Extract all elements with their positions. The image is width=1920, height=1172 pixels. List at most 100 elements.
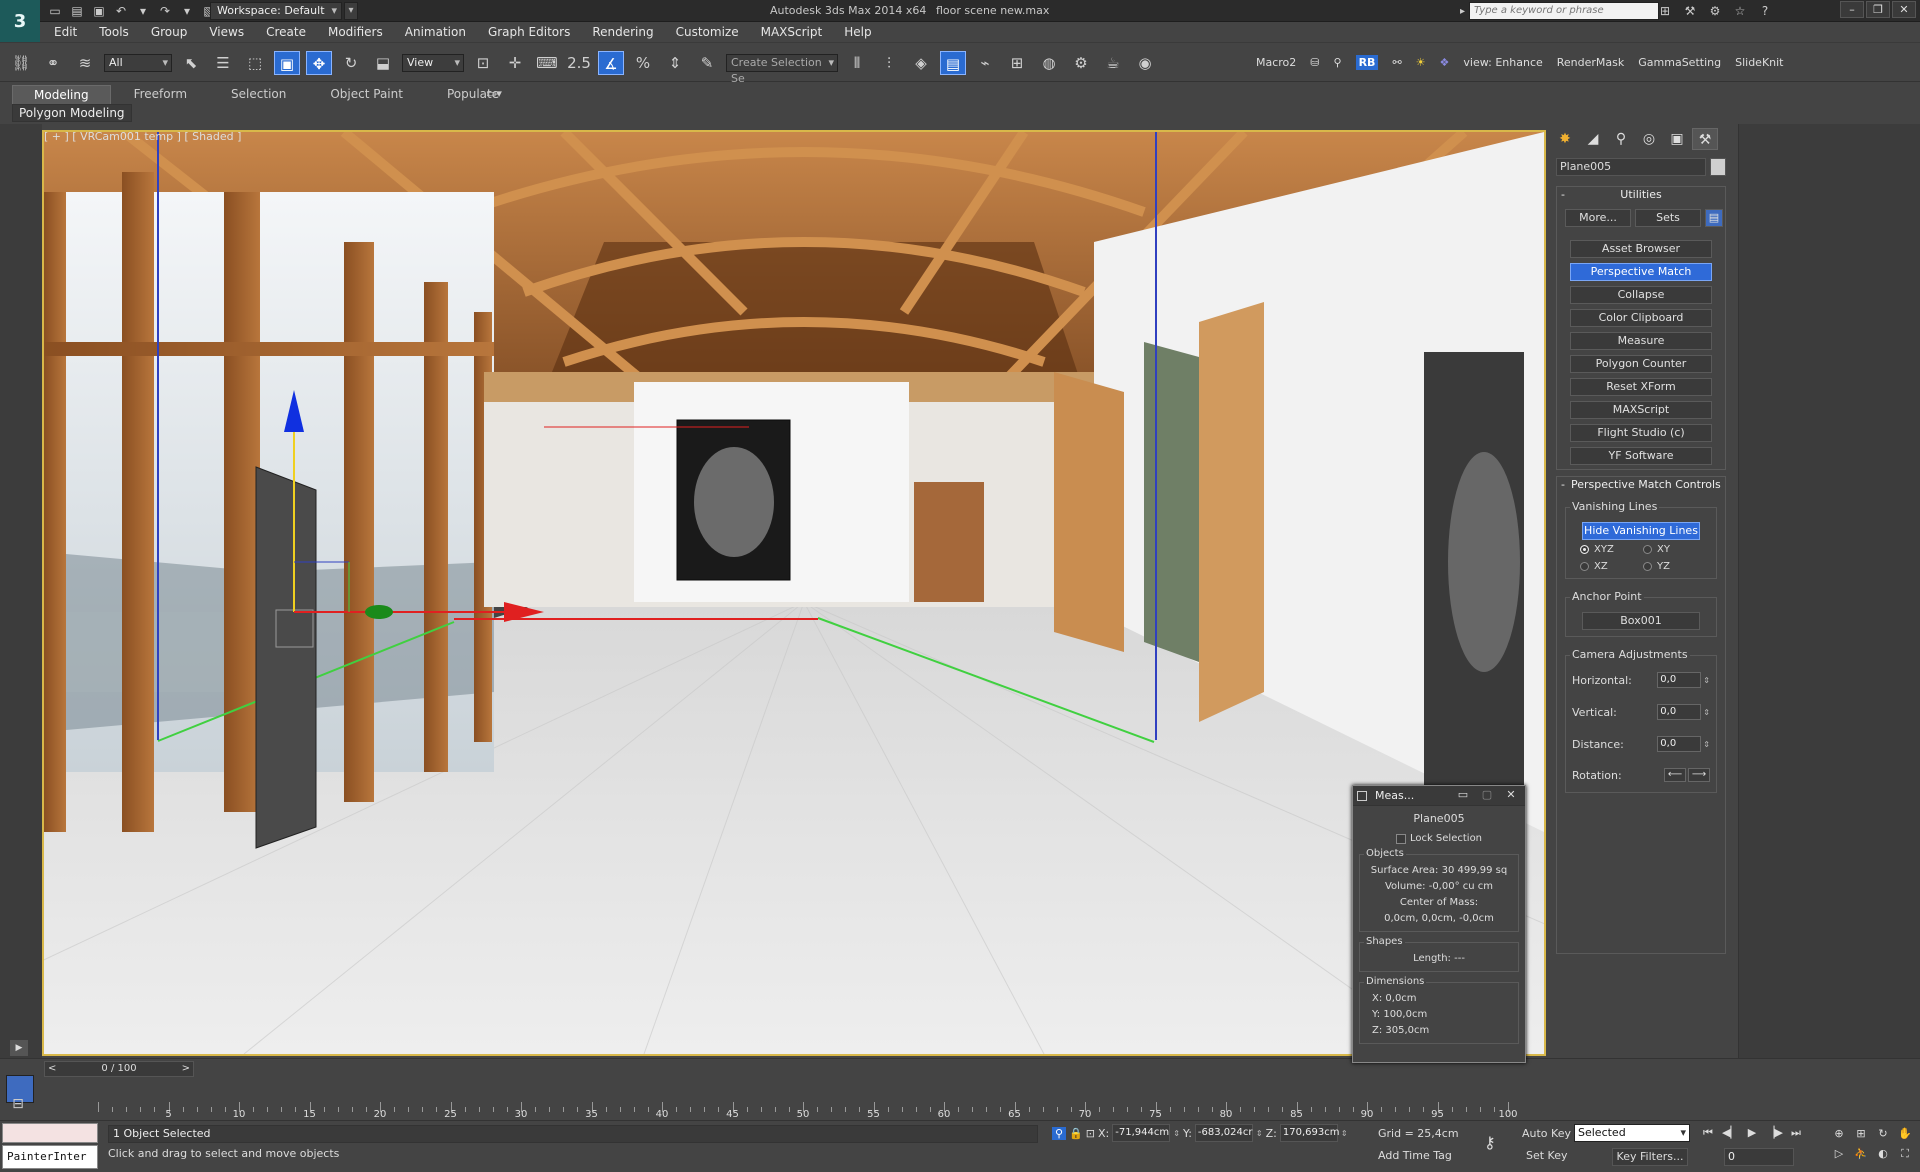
yf-software-button[interactable]: YF Software [1570, 447, 1712, 465]
current-frame-field[interactable]: 0 [1724, 1148, 1794, 1166]
display-tab-icon[interactable]: ▣ [1664, 128, 1690, 150]
subscription-icon[interactable]: ⚒ [1681, 3, 1699, 19]
vertical-spinner[interactable]: 0,0 ⇕ [1657, 704, 1710, 720]
reset-xform-button[interactable]: Reset XForm [1570, 378, 1712, 396]
menu-customize[interactable]: Customize [665, 25, 750, 39]
maxscript-listener-top[interactable] [2, 1123, 98, 1143]
viewport-expand-icon[interactable]: ▶ [10, 1040, 28, 1056]
polygon-modeling-panel[interactable]: Polygon Modeling [12, 104, 132, 122]
vertical-value[interactable]: 0,0 [1657, 704, 1702, 720]
distance-spinner-arrows-icon[interactable]: ⇕ [1703, 740, 1710, 749]
menu-views[interactable]: Views [198, 25, 255, 39]
macro2-button[interactable]: Macro2 [1256, 56, 1296, 69]
time-next-icon[interactable]: > [182, 1062, 190, 1076]
workspace-menu-button[interactable]: ▾ [344, 2, 358, 20]
binoculars-icon[interactable]: ⊞ [1656, 3, 1674, 19]
named-selection-set-dropdown[interactable]: Create Selection Se [726, 54, 838, 85]
set-key-icon[interactable]: ⚷ [1484, 1133, 1496, 1152]
walk-through-icon[interactable]: ⛹ [1852, 1145, 1870, 1163]
favorites-icon[interactable]: ☆ [1731, 3, 1749, 19]
distance-spinner[interactable]: 0,0 ⇕ [1657, 736, 1710, 752]
new-file-icon[interactable]: ▭ [46, 3, 64, 19]
radio-xyz[interactable]: XYZ [1580, 544, 1639, 555]
tab-object-paint[interactable]: Object Paint [309, 85, 424, 105]
pivot-center-icon[interactable]: ⊡ [470, 51, 496, 75]
key-filters-button[interactable]: Key Filters... [1612, 1148, 1688, 1166]
isolate-selection-icon[interactable]: ⚲ [1052, 1126, 1067, 1140]
minimize-button[interactable]: – [1840, 1, 1864, 18]
layer-manager-icon[interactable]: ◈ [908, 51, 934, 75]
horizontal-value[interactable]: 0,0 [1657, 672, 1702, 688]
y-coordinate-field[interactable]: -683,024cr [1194, 1124, 1253, 1142]
view-enhance-button[interactable]: view: Enhance [1463, 56, 1542, 69]
maxscript-listener-input[interactable]: PainterInter [2, 1145, 98, 1169]
zoom-all-icon[interactable]: ⊞ [1852, 1125, 1870, 1143]
select-and-scale-icon[interactable]: ⬓ [370, 51, 396, 75]
menu-create[interactable]: Create [255, 25, 317, 39]
rotate-right-button[interactable]: ⟶ [1688, 768, 1710, 782]
flight-studio-button[interactable]: Flight Studio (c) [1570, 424, 1712, 442]
radio-xz[interactable]: XZ [1580, 561, 1639, 572]
dolly-icon[interactable]: ◐ [1874, 1145, 1892, 1163]
select-object-icon[interactable]: ⬉ [178, 51, 204, 75]
zoom-icon[interactable]: ⊕ [1830, 1125, 1848, 1143]
rb-button[interactable]: RB [1355, 55, 1379, 70]
search-expand-icon[interactable]: ▸ [1460, 6, 1465, 17]
z-coordinate-field[interactable]: 170,693cm [1279, 1124, 1339, 1142]
object-name-field[interactable]: Plane005 [1556, 158, 1706, 176]
percent-snap-icon[interactable]: % [630, 51, 656, 75]
measure-button[interactable]: Measure [1570, 332, 1712, 350]
save-icon[interactable]: ▣ [90, 3, 108, 19]
measure-close-button[interactable]: ✕ [1501, 788, 1521, 802]
previous-frame-icon[interactable]: ◀▏ [1722, 1125, 1739, 1141]
render-setup-icon[interactable]: ⚙ [1068, 51, 1094, 75]
menu-help[interactable]: Help [833, 25, 882, 39]
select-and-rotate-icon[interactable]: ↻ [338, 51, 364, 75]
radio-yz[interactable]: YZ [1643, 561, 1702, 572]
redo-icon[interactable]: ↷ [156, 3, 174, 19]
menu-group[interactable]: Group [140, 25, 199, 39]
menu-maxscript[interactable]: MAXScript [750, 25, 834, 39]
bind-space-warp-icon[interactable]: ≋ [72, 51, 98, 75]
next-frame-icon[interactable]: ▕▶ [1766, 1125, 1783, 1141]
anchor-point-button[interactable]: Box001 [1582, 612, 1700, 630]
curve-editor-icon[interactable]: ⌁ [972, 51, 998, 75]
restore-button[interactable]: ❐ [1866, 1, 1890, 18]
rotate-left-button[interactable]: ⟵ [1664, 768, 1686, 782]
communication-icon[interactable]: ⚙ [1706, 3, 1724, 19]
time-prev-icon[interactable]: < [48, 1062, 56, 1076]
create-tab-icon[interactable]: ✸ [1552, 128, 1578, 150]
edit-named-selection-icon[interactable]: ✎ [694, 51, 720, 75]
x-coordinate-field[interactable]: -71,944cm [1112, 1124, 1171, 1142]
selection-lock-icon[interactable]: 🔒 [1069, 1127, 1083, 1140]
time-slider[interactable]: < 0 / 100 > [44, 1061, 194, 1077]
diamond-icon[interactable]: ❖ [1440, 56, 1450, 69]
window-crossing-icon[interactable]: ▣ [274, 51, 300, 75]
utilities-rollout-header[interactable]: - Utilities [1557, 187, 1725, 203]
track-bar-toggle-icon[interactable]: ⊟ [6, 1094, 30, 1114]
unlink-icon[interactable]: ⚭ [40, 51, 66, 75]
set-key-button[interactable]: Set Key [1526, 1149, 1568, 1162]
undo-icon[interactable]: ↶ [112, 3, 130, 19]
time-slider-value[interactable]: 0 / 100 [56, 1062, 181, 1076]
select-by-name-icon[interactable]: ☰ [210, 51, 236, 75]
gammasetting-button[interactable]: GammaSetting [1638, 56, 1721, 69]
mirror-icon[interactable]: ⫴ [844, 51, 870, 75]
y-spinner-icon[interactable]: ⇕ [1256, 1129, 1263, 1138]
reference-coordinate-dropdown[interactable]: View [402, 54, 464, 72]
hide-vanishing-lines-button[interactable]: Hide Vanishing Lines [1582, 522, 1700, 540]
add-time-tag[interactable]: Add Time Tag [1378, 1149, 1452, 1162]
undo-dropdown-icon[interactable]: ▾ [134, 3, 152, 19]
select-manipulate-icon[interactable]: ✛ [502, 51, 528, 75]
pan-icon[interactable]: ✋ [1896, 1125, 1914, 1143]
menu-tools[interactable]: Tools [88, 25, 140, 39]
menu-modifiers[interactable]: Modifiers [317, 25, 394, 39]
teapot-icon[interactable]: ⛁ [1310, 56, 1319, 69]
rendered-frame-window-icon[interactable]: ☕ [1100, 51, 1126, 75]
menu-rendering[interactable]: Rendering [581, 25, 664, 39]
spinner-snap-icon[interactable]: ⇕ [662, 51, 688, 75]
sun-icon[interactable]: ☀ [1416, 56, 1426, 69]
select-and-move-icon[interactable]: ✥ [306, 51, 332, 75]
sets-button[interactable]: Sets [1635, 209, 1701, 227]
measure-restore-button[interactable]: ▢ [1477, 788, 1497, 802]
